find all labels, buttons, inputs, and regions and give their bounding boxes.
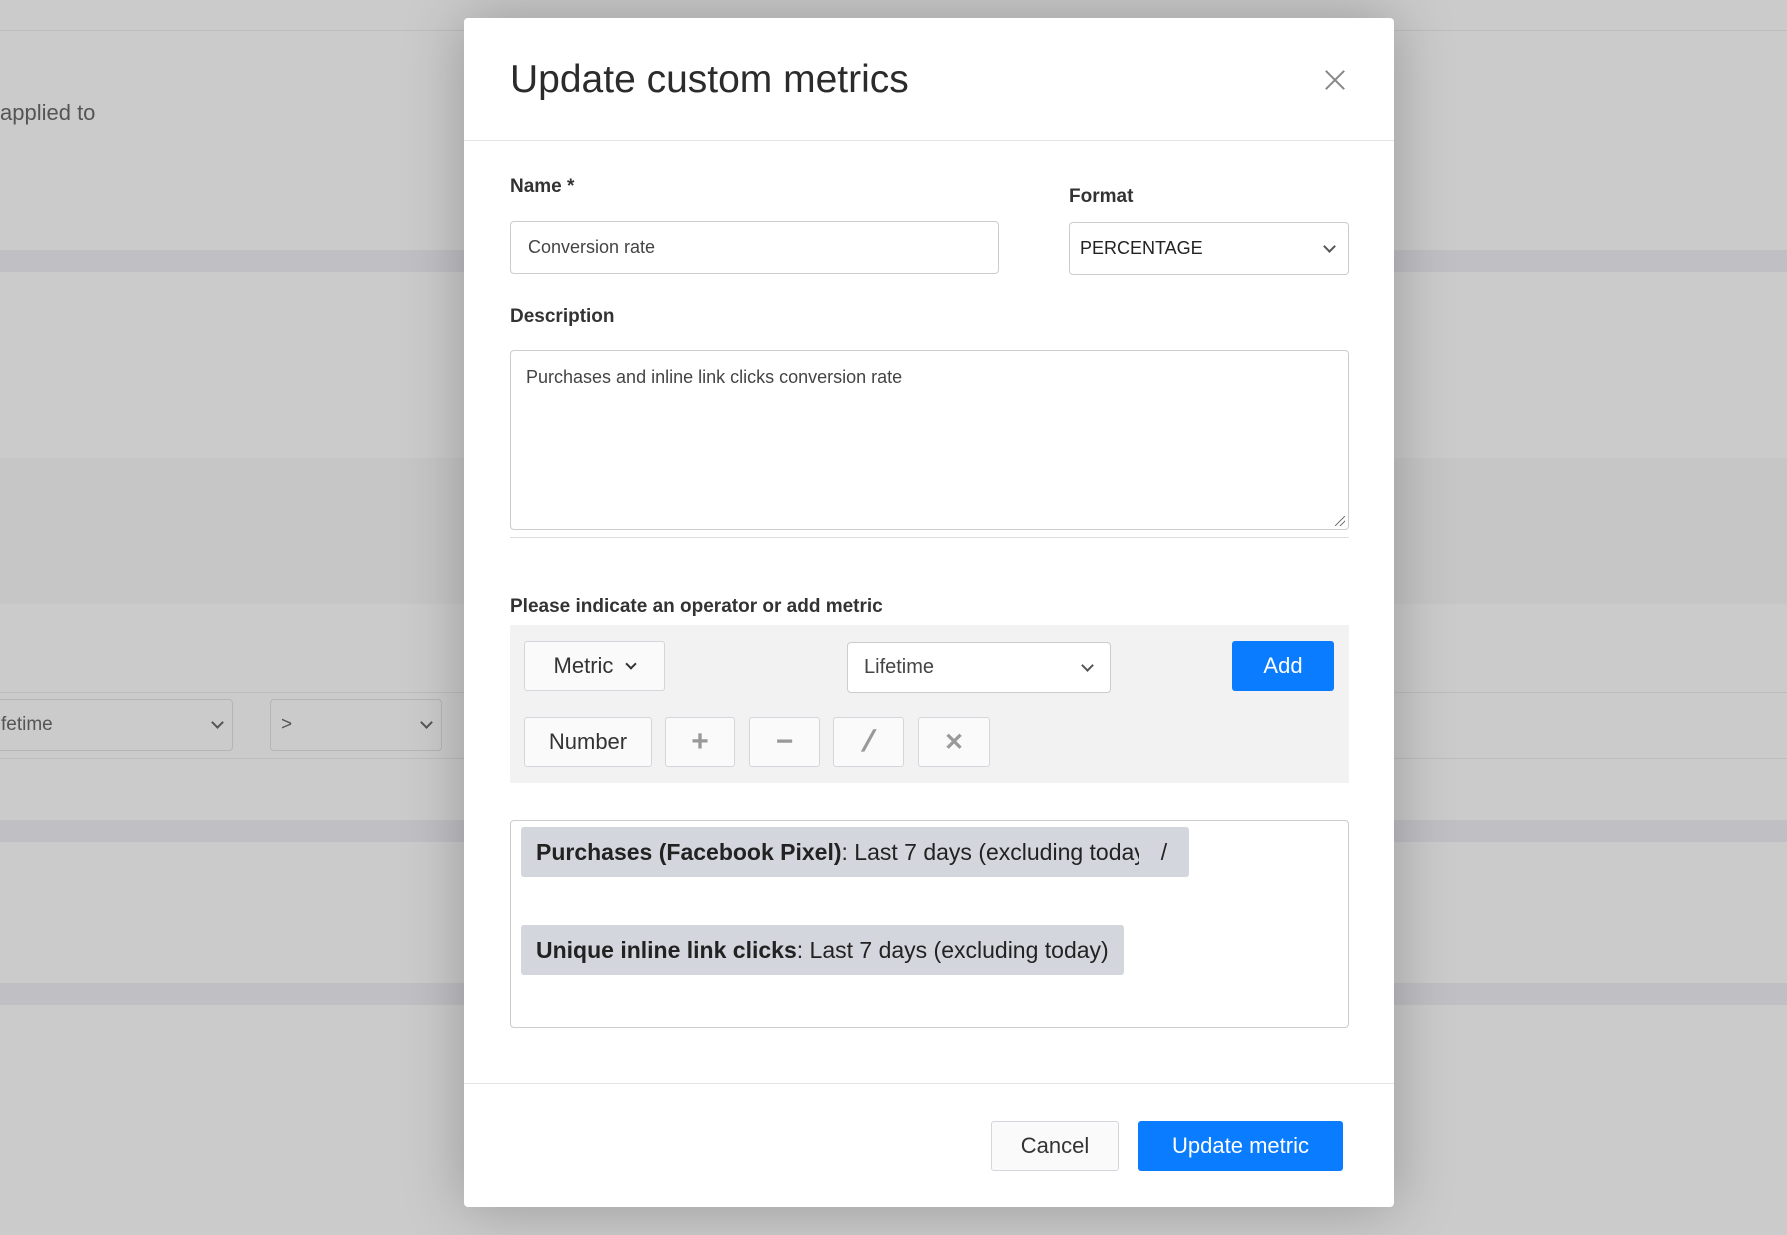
footer-divider [464, 1083, 1394, 1084]
update-metric-button[interactable]: Update metric [1138, 1121, 1343, 1171]
timeframe-select[interactable]: fetime [0, 699, 233, 751]
divide-icon: / [858, 725, 879, 758]
format-value: PERCENTAGE [1080, 238, 1203, 258]
builder-panel: Metric Lifetime Add Number + − / ✕ [510, 625, 1349, 783]
multiply-icon: ✕ [943, 728, 965, 756]
chevron-down-icon [625, 657, 638, 670]
formula-metric-chip[interactable]: Purchases (Facebook Pixel): Last 7 days … [521, 827, 1169, 877]
header-divider [464, 140, 1394, 141]
resize-handle-icon[interactable] [1335, 516, 1345, 526]
metric-name: Unique inline link clicks [536, 936, 797, 963]
formula-operator-chip[interactable]: / [1139, 827, 1189, 877]
plus-button[interactable]: + [665, 717, 735, 767]
divide-button[interactable]: / [833, 717, 904, 767]
add-button[interactable]: Add [1232, 641, 1334, 691]
multiply-button[interactable]: ✕ [918, 717, 990, 767]
chevron-down-icon [1323, 239, 1336, 253]
name-input[interactable]: Conversion rate [510, 221, 999, 274]
cancel-button[interactable]: Cancel [991, 1121, 1119, 1171]
metric-dropdown-button[interactable]: Metric [524, 641, 665, 691]
update-custom-metrics-modal: Update custom metrics Name * Conversion … [464, 18, 1394, 1207]
description-textarea[interactable]: Purchases and inline link clicks convers… [510, 350, 1349, 530]
metric-period: : Last 7 days (excluding today) [796, 936, 1109, 963]
close-icon[interactable] [1321, 66, 1349, 94]
operator-label: Please indicate an operator or add metri… [510, 596, 883, 617]
chevron-down-icon [1081, 658, 1094, 672]
format-select[interactable]: PERCENTAGE [1069, 222, 1349, 275]
period-value: Lifetime [864, 656, 935, 678]
minus-icon: − [775, 725, 794, 758]
operator-select[interactable]: > [270, 699, 442, 751]
metric-period: : Last 7 days (excluding today) [841, 838, 1154, 865]
formula-box[interactable]: Purchases (Facebook Pixel): Last 7 days … [510, 820, 1349, 1028]
minus-button[interactable]: − [749, 717, 820, 767]
select-value: > [281, 714, 293, 735]
name-value: Conversion rate [528, 237, 656, 257]
plus-icon: + [691, 725, 709, 758]
format-label: Format [1069, 186, 1134, 207]
number-button[interactable]: Number [524, 717, 652, 767]
formula-metric-chip[interactable]: Unique inline link clicks: Last 7 days (… [521, 925, 1124, 975]
applied-to-text: applied to [0, 100, 96, 125]
description-label: Description [510, 306, 615, 327]
modal-title: Update custom metrics [510, 58, 909, 101]
chevron-down-icon [211, 716, 224, 729]
name-label: Name * [510, 176, 575, 197]
divider [510, 537, 1349, 538]
select-value: fetime [1, 714, 53, 735]
period-select[interactable]: Lifetime [847, 642, 1111, 693]
chevron-down-icon [420, 716, 433, 729]
metric-label: Metric [553, 653, 614, 678]
metric-name: Purchases (Facebook Pixel) [536, 838, 842, 865]
description-value: Purchases and inline link clicks convers… [526, 367, 903, 387]
